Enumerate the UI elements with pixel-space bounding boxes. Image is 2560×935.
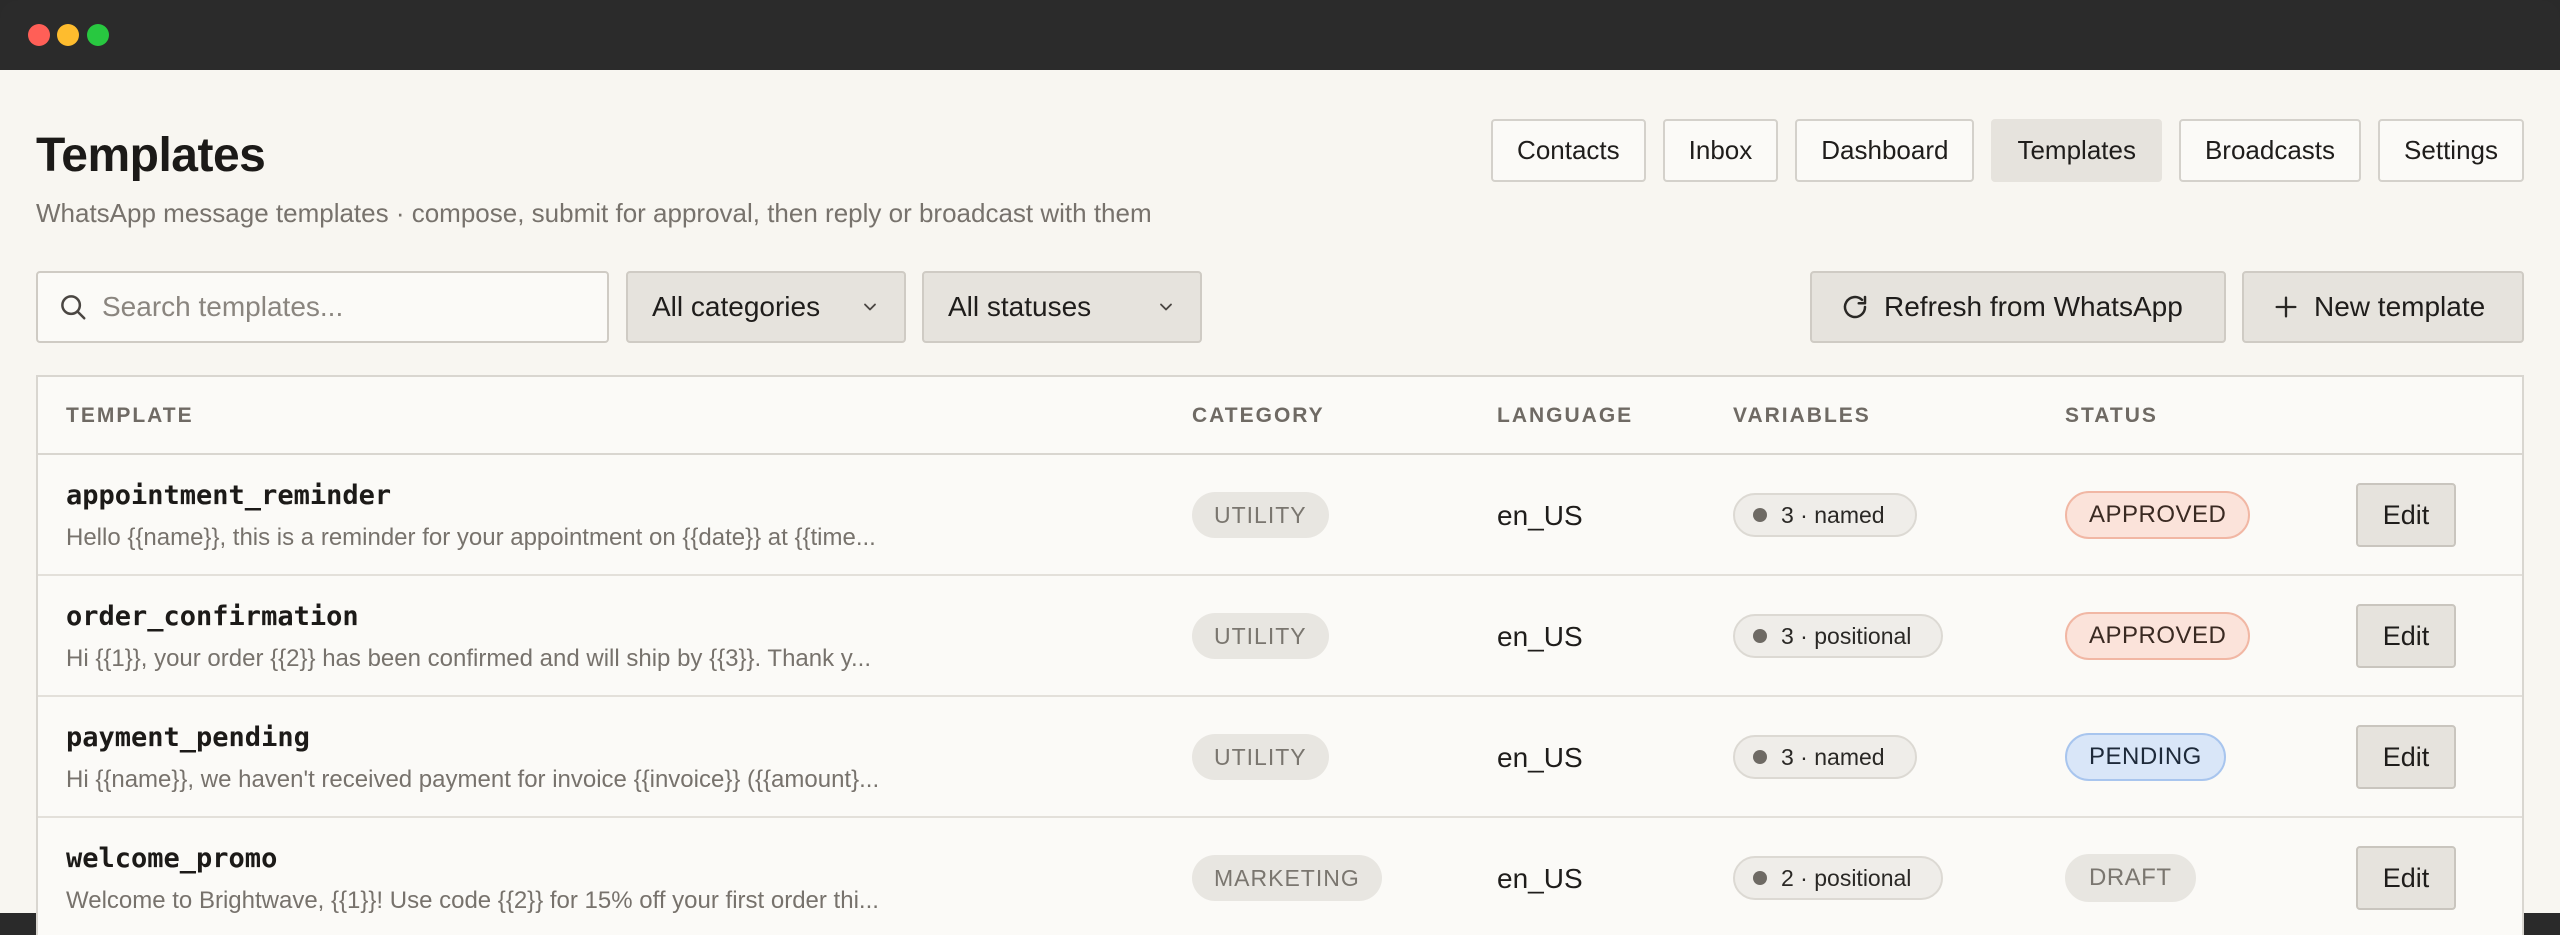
category-filter-value: All categories bbox=[652, 291, 821, 322]
status-badge: DRAFT bbox=[2065, 854, 2196, 902]
chevron-down-icon bbox=[1160, 303, 1172, 311]
template-name: welcome_promo bbox=[66, 843, 278, 874]
page-title: Templates bbox=[36, 129, 266, 182]
category-badge: UTILITY bbox=[1192, 734, 1329, 780]
template-name: payment_pending bbox=[66, 722, 310, 753]
minimize-window-button[interactable] bbox=[57, 24, 79, 46]
page-subtitle: WhatsApp message templates · compose, su… bbox=[36, 198, 1152, 228]
template-body-preview: Hi {{1}}, your order {{2}} has been conf… bbox=[66, 645, 871, 672]
nav-contacts[interactable]: Contacts bbox=[1491, 119, 1646, 182]
template-body-preview: Hi {{name}}, we haven't received payment… bbox=[66, 766, 880, 793]
refresh-label: Refresh from WhatsApp bbox=[1884, 291, 2183, 322]
variables-label: 3 · positional bbox=[1781, 622, 1912, 649]
chevron-down-icon bbox=[864, 303, 876, 311]
column-header-template: TEMPLATE bbox=[66, 404, 194, 427]
column-header-category: CATEGORY bbox=[1192, 404, 1325, 427]
edit-button[interactable]: Edit bbox=[2356, 725, 2456, 789]
variables-badge: 3 · named bbox=[1733, 735, 1917, 779]
template-body-preview: Welcome to Brightwave, {{1}}! Use code {… bbox=[66, 887, 879, 914]
status-badge: PENDING bbox=[2065, 733, 2226, 781]
variables-badge: 3 · named bbox=[1733, 493, 1917, 537]
language-value: en_US bbox=[1497, 742, 1583, 773]
window-titlebar bbox=[0, 0, 2560, 70]
variables-badge: 2 · positional bbox=[1733, 856, 1944, 900]
dot-icon bbox=[1753, 750, 1767, 764]
new-template-button[interactable]: New template bbox=[2242, 271, 2524, 343]
edit-button[interactable]: Edit bbox=[2356, 846, 2456, 910]
template-body-preview: Hello {{name}}, this is a reminder for y… bbox=[66, 524, 876, 551]
table-row[interactable]: appointment_reminder Hello {{name}}, thi… bbox=[38, 455, 2522, 576]
templates-table: TEMPLATE CATEGORY LANGUAGE VARIABLES STA… bbox=[36, 375, 2524, 935]
edit-button[interactable]: Edit bbox=[2356, 604, 2456, 668]
top-nav: Contacts Inbox Dashboard Templates Broad… bbox=[1491, 119, 2524, 182]
category-filter-select[interactable]: All categories bbox=[626, 271, 906, 343]
nav-templates[interactable]: Templates bbox=[1991, 119, 2162, 182]
variables-label: 3 · named bbox=[1781, 501, 1885, 528]
status-badge: APPROVED bbox=[2065, 491, 2251, 539]
template-name: order_confirmation bbox=[66, 601, 359, 632]
dot-icon bbox=[1753, 629, 1767, 643]
nav-inbox[interactable]: Inbox bbox=[1662, 119, 1779, 182]
language-value: en_US bbox=[1497, 621, 1583, 652]
column-header-language: LANGUAGE bbox=[1497, 404, 1634, 427]
template-name: appointment_reminder bbox=[66, 480, 392, 511]
new-template-label: New template bbox=[2314, 291, 2486, 322]
column-header-status: STATUS bbox=[2065, 404, 2158, 427]
search-icon bbox=[61, 295, 86, 320]
table-header: TEMPLATE CATEGORY LANGUAGE VARIABLES STA… bbox=[38, 377, 2522, 455]
category-badge: UTILITY bbox=[1192, 492, 1329, 538]
search-input[interactable] bbox=[102, 291, 582, 323]
status-badge: APPROVED bbox=[2065, 612, 2251, 660]
variables-label: 3 · named bbox=[1781, 743, 1885, 770]
app-window: Templates WhatsApp message templates · c… bbox=[0, 70, 2560, 935]
nav-dashboard[interactable]: Dashboard bbox=[1795, 119, 1975, 182]
category-badge: UTILITY bbox=[1192, 613, 1329, 659]
language-value: en_US bbox=[1497, 863, 1583, 894]
plus-icon bbox=[2275, 296, 2297, 318]
close-window-button[interactable] bbox=[28, 24, 50, 46]
refresh-icon bbox=[1843, 295, 1867, 319]
search-box[interactable] bbox=[36, 271, 609, 343]
edit-button[interactable]: Edit bbox=[2356, 483, 2456, 547]
status-filter-value: All statuses bbox=[948, 291, 1092, 322]
category-badge: MARKETING bbox=[1192, 855, 1382, 901]
nav-settings[interactable]: Settings bbox=[2378, 119, 2524, 182]
status-filter-select[interactable]: All statuses bbox=[922, 271, 1202, 343]
column-header-variables: VARIABLES bbox=[1733, 404, 1871, 427]
refresh-from-whatsapp-button[interactable]: Refresh from WhatsApp bbox=[1810, 271, 2226, 343]
nav-broadcasts[interactable]: Broadcasts bbox=[2178, 119, 2362, 182]
dot-icon bbox=[1753, 508, 1767, 522]
variables-badge: 3 · positional bbox=[1733, 614, 1944, 658]
language-value: en_US bbox=[1497, 500, 1583, 531]
table-row[interactable]: payment_pending Hi {{name}}, we haven't … bbox=[38, 697, 2522, 818]
table-row[interactable]: order_confirmation Hi {{1}}, your order … bbox=[38, 576, 2522, 697]
variables-label: 2 · positional bbox=[1781, 864, 1912, 891]
dot-icon bbox=[1753, 871, 1767, 885]
table-row[interactable]: welcome_promo Welcome to Brightwave, {{1… bbox=[38, 818, 2522, 935]
zoom-window-button[interactable] bbox=[87, 24, 109, 46]
